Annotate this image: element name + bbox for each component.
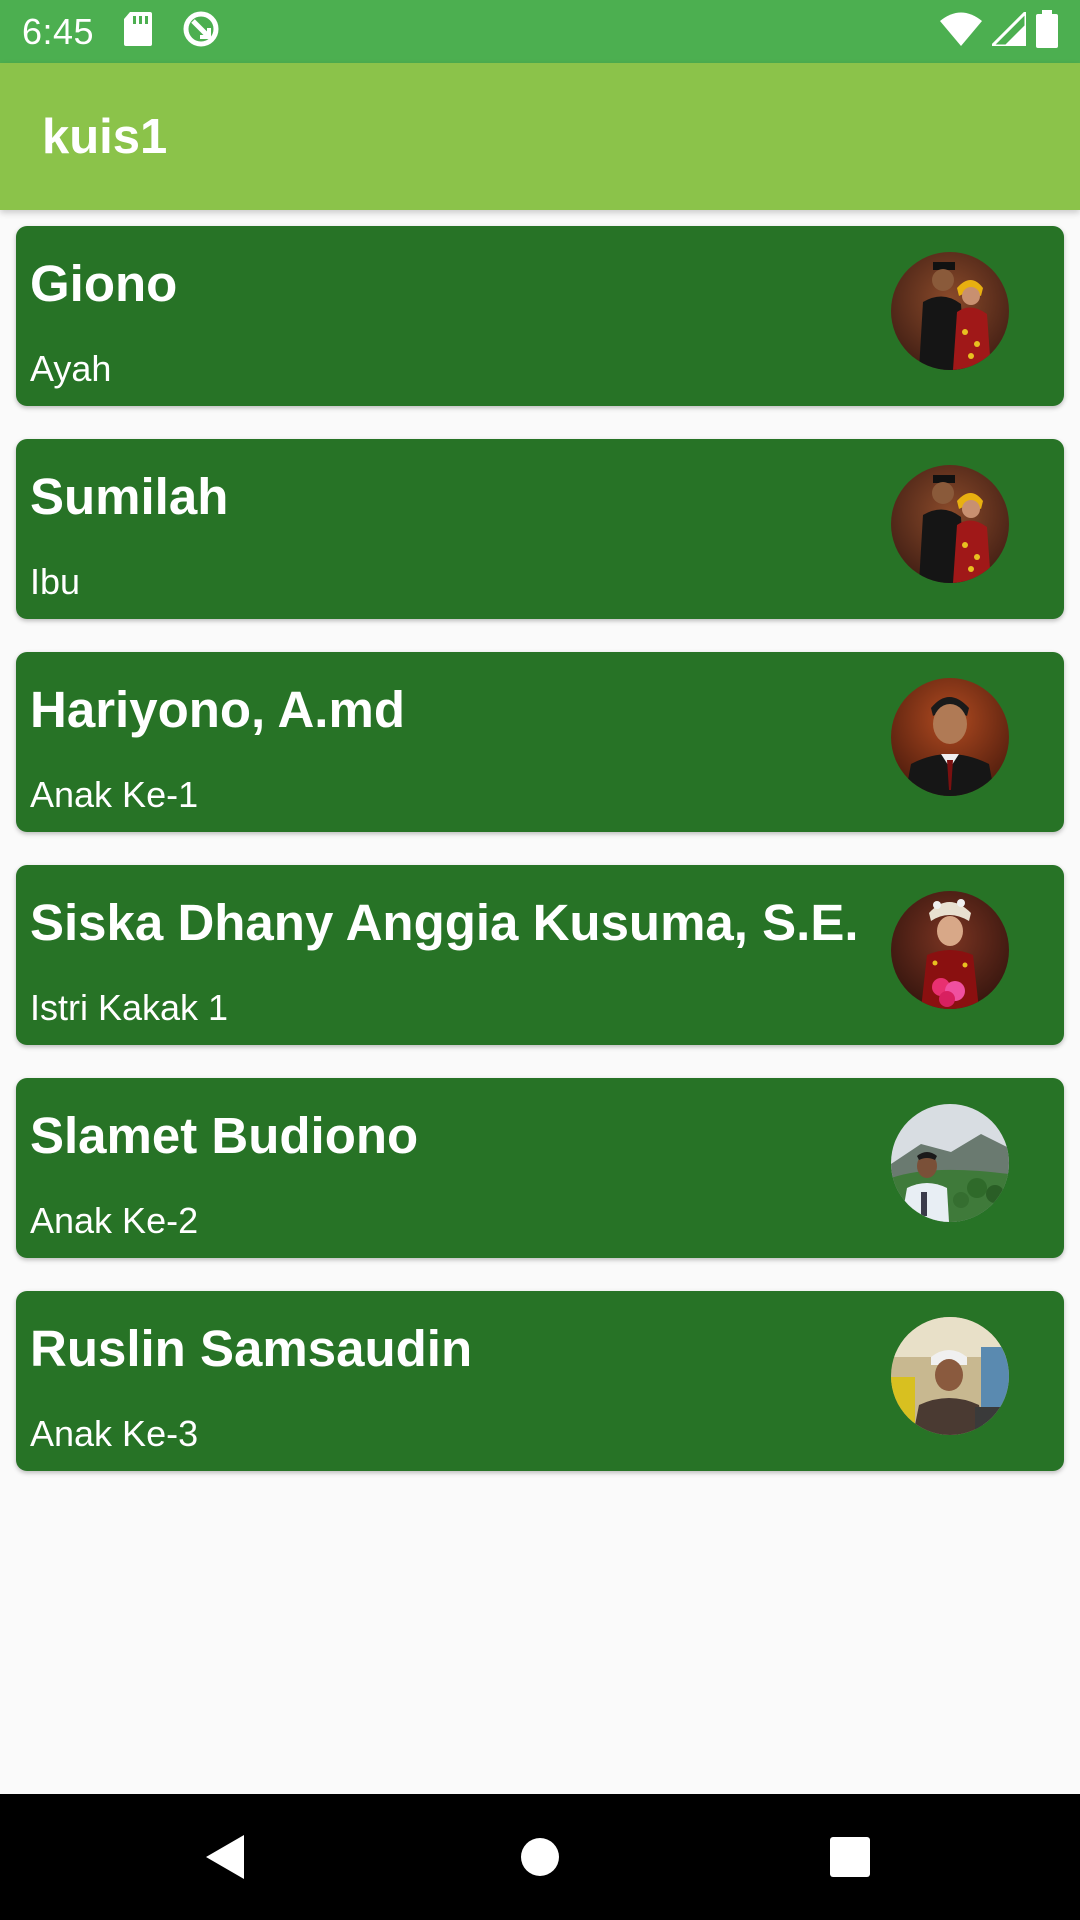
card-name: Giono	[30, 255, 178, 312]
card-role: Anak Ke-1	[30, 774, 199, 815]
couple-photo-avatar	[891, 252, 1009, 370]
man-in-suit-photo-avatar	[891, 678, 1009, 796]
card-role: Anak Ke-3	[30, 1413, 199, 1454]
list-item[interactable]: Sumilah Ibu	[16, 439, 1064, 619]
navigation-bar	[0, 1794, 1080, 1920]
list-item[interactable]: Slamet Budiono Anak Ke-2	[16, 1078, 1064, 1258]
card-role: Ayah	[30, 348, 112, 389]
card-name: Siska Dhany Anggia Kusuma, S.E.	[30, 894, 859, 951]
home-icon[interactable]	[460, 1794, 620, 1920]
card-role: Ibu	[30, 561, 81, 602]
card-name: Sumilah	[30, 468, 229, 525]
card-role: Anak Ke-2	[30, 1200, 199, 1241]
list-item[interactable]: Siska Dhany Anggia Kusuma, S.E. Istri Ka…	[16, 865, 1064, 1045]
bride-photo-avatar	[891, 891, 1009, 1009]
back-icon[interactable]	[146, 1794, 306, 1920]
recents-icon[interactable]	[770, 1794, 930, 1920]
list-item[interactable]: Ruslin Samsaudin Anak Ke-3	[16, 1291, 1064, 1471]
wifi-icon	[940, 12, 982, 51]
list-item[interactable]: Giono Ayah	[16, 226, 1064, 406]
battery-icon	[1036, 10, 1058, 53]
sd-card-icon	[124, 12, 153, 51]
sync-icon	[182, 10, 220, 53]
card-name: Slamet Budiono	[30, 1107, 419, 1164]
card-name: Ruslin Samsaudin	[30, 1320, 473, 1377]
app-title: kuis1	[42, 109, 168, 164]
signal-icon	[988, 8, 1028, 51]
status-time: 6:45	[22, 10, 95, 52]
list-item[interactable]: Hariyono, A.md Anak Ke-1	[16, 652, 1064, 832]
couple-photo-avatar	[891, 465, 1009, 583]
card-role: Istri Kakak 1	[30, 987, 229, 1028]
indoor-selfie-photo-avatar	[891, 1317, 1009, 1435]
card-name: Hariyono, A.md	[30, 681, 405, 738]
app-bar: kuis1	[0, 63, 1080, 210]
status-bar: 6:45	[0, 0, 1080, 63]
mountain-selfie-photo-avatar	[891, 1104, 1009, 1222]
